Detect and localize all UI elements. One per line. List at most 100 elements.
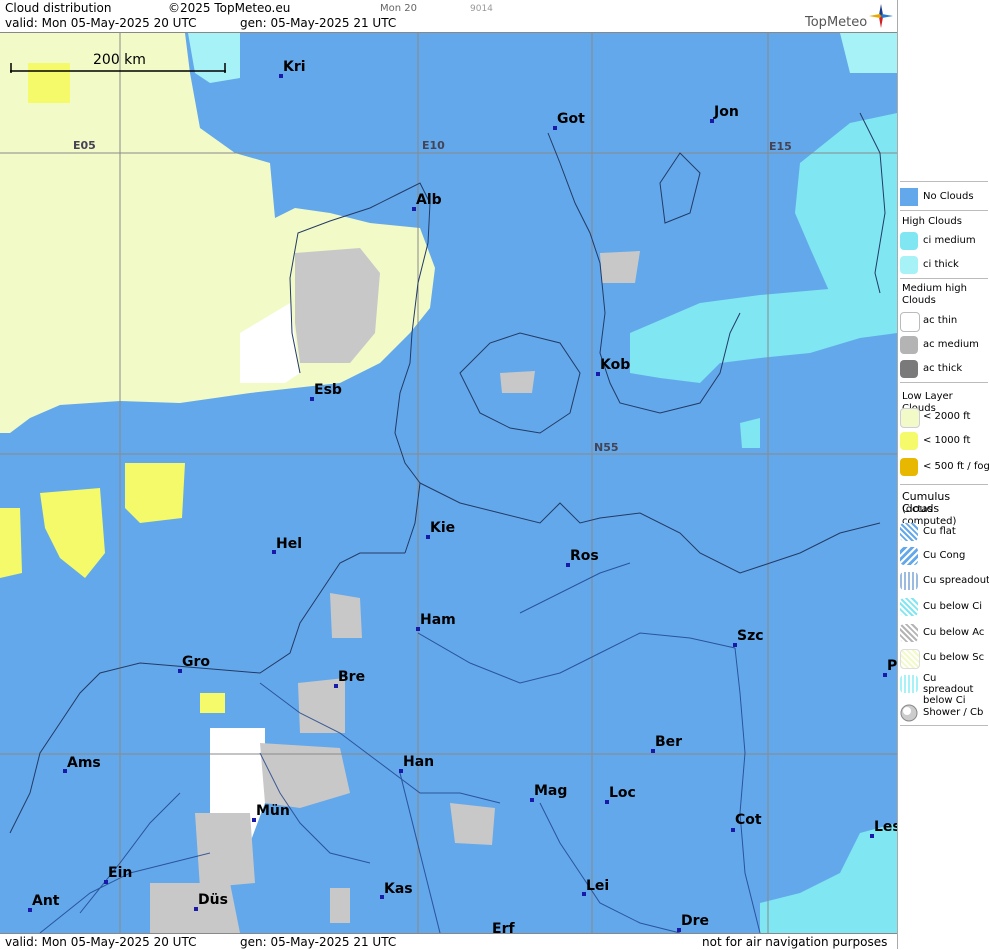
swatch-cu-below-ac bbox=[900, 624, 918, 642]
city-hel[interactable]: Hel bbox=[276, 536, 302, 552]
city-erf[interactable]: Erf bbox=[492, 921, 515, 933]
city-dre[interactable]: Dre bbox=[681, 913, 709, 929]
legend-separator bbox=[900, 382, 988, 383]
city-ham[interactable]: Ham bbox=[420, 612, 456, 628]
cloud-map[interactable]: 200 km E05 E10 E15 N55 Kri Got Jon Alb K… bbox=[0, 33, 897, 933]
legend-ci-thick: ci thick bbox=[898, 254, 989, 276]
grid-label-e15: E15 bbox=[769, 140, 792, 153]
legend-cu-spreadout: Cu spreadout bbox=[898, 570, 989, 592]
footer-gen: gen: 05-May-2025 21 UTC bbox=[240, 935, 397, 949]
legend-panel: No Clouds High Clouds ci medium ci thick… bbox=[897, 0, 989, 949]
legend-ac-thin: ac thin bbox=[898, 310, 989, 332]
swatch-ac-thin bbox=[900, 312, 920, 332]
brand-logo-text: TopMeteo bbox=[805, 15, 868, 30]
swatch-ci-thick bbox=[900, 256, 918, 274]
map-header: Cloud distribution ©2025 TopMeteo.eu Mon… bbox=[0, 0, 897, 33]
legend-separator bbox=[900, 210, 988, 211]
city-bre[interactable]: Bre bbox=[338, 669, 365, 685]
legend-label: ci medium bbox=[923, 235, 976, 246]
city-lei[interactable]: Lei bbox=[586, 878, 609, 894]
legend-cu-cong: Cu Cong bbox=[898, 545, 989, 567]
legend-separator bbox=[900, 278, 988, 279]
scale-label: 200 km bbox=[93, 52, 146, 68]
city-kob[interactable]: Kob bbox=[600, 357, 630, 373]
legend-cu-below-ci: Cu below Ci bbox=[898, 596, 989, 618]
gen-time: gen: 05-May-2025 21 UTC bbox=[240, 16, 397, 30]
legend-no-clouds: No Clouds bbox=[898, 186, 989, 208]
legend-separator bbox=[900, 725, 988, 726]
grid-label-n55: N55 bbox=[594, 441, 619, 454]
legend-separator bbox=[900, 484, 988, 485]
city-dus[interactable]: Düs bbox=[198, 892, 228, 908]
city-jon[interactable]: Jon bbox=[714, 104, 739, 120]
legend-label: No Clouds bbox=[923, 191, 974, 202]
swatch-ac-thick bbox=[900, 360, 918, 378]
swatch-cu-below-sc bbox=[900, 649, 920, 669]
grid-label-e05: E05 bbox=[73, 139, 96, 152]
legend-ac-medium: ac medium bbox=[898, 334, 989, 356]
legend-label: < 500 ft / fog bbox=[923, 461, 989, 472]
copyright: ©2025 TopMeteo.eu bbox=[168, 1, 291, 15]
city-got[interactable]: Got bbox=[557, 111, 585, 127]
legend-label: ac medium bbox=[923, 339, 979, 350]
product-title: Cloud distribution bbox=[5, 1, 112, 15]
city-mun[interactable]: Mün bbox=[256, 803, 290, 819]
swatch-cu-flat bbox=[900, 523, 918, 541]
legend-separator bbox=[900, 181, 988, 182]
city-cot[interactable]: Cot bbox=[735, 812, 762, 828]
city-kri[interactable]: Kri bbox=[283, 59, 306, 75]
legend-label: < 1000 ft bbox=[923, 435, 971, 446]
swatch-low-1000 bbox=[900, 432, 918, 450]
legend-cu-below-ac: Cu below Ac bbox=[898, 622, 989, 644]
legend-heading-medium: Medium high Clouds bbox=[902, 283, 967, 306]
legend-label: Cu below Sc bbox=[923, 652, 985, 663]
footer-disclaimer: not for air navigation purposes bbox=[702, 935, 888, 949]
legend-cu-below-sc: Cu below Sc bbox=[898, 647, 989, 669]
legend-shower-cb: Shower / Cb bbox=[898, 702, 989, 724]
swatch-cu-spread-below-ci bbox=[900, 675, 918, 693]
legend-label: Cu Cong bbox=[923, 550, 966, 561]
city-ams[interactable]: Ams bbox=[67, 755, 101, 771]
city-marker bbox=[731, 828, 735, 832]
city-alb[interactable]: Alb bbox=[416, 192, 442, 208]
city-les[interactable]: Les bbox=[874, 819, 897, 835]
valid-time: valid: Mon 05-May-2025 20 UTC bbox=[5, 16, 197, 30]
swatch-low-500 bbox=[900, 458, 918, 476]
map-footer: valid: Mon 05-May-2025 20 UTC gen: 05-Ma… bbox=[0, 933, 897, 950]
legend-label: ac thick bbox=[923, 363, 963, 374]
city-ros[interactable]: Ros bbox=[570, 548, 599, 564]
city-szc[interactable]: Szc bbox=[737, 628, 764, 644]
city-esb[interactable]: Esb bbox=[314, 382, 342, 398]
city-ant[interactable]: Ant bbox=[32, 893, 60, 909]
legend-label: < 2000 ft bbox=[923, 411, 971, 422]
city-gro[interactable]: Gro bbox=[182, 654, 210, 670]
legend-label: Cu below Ci bbox=[923, 601, 983, 612]
swatch-cu-cong bbox=[900, 547, 918, 565]
swatch-low-2000 bbox=[900, 408, 920, 428]
legend-label: ac thin bbox=[923, 315, 958, 326]
legend-low-2000: < 2000 ft bbox=[898, 406, 989, 428]
run-label: Mon 20 bbox=[380, 3, 417, 14]
map-graphics bbox=[0, 33, 897, 933]
footer-valid: valid: Mon 05-May-2025 20 UTC bbox=[5, 935, 197, 949]
city-loc[interactable]: Loc bbox=[609, 785, 636, 801]
city-kas[interactable]: Kas bbox=[384, 881, 413, 897]
city-kie[interactable]: Kie bbox=[430, 520, 455, 536]
legend-ci-medium: ci medium bbox=[898, 230, 989, 252]
swatch-ac-medium bbox=[900, 336, 918, 354]
legend-label: Shower / Cb bbox=[923, 707, 984, 718]
city-mag[interactable]: Mag bbox=[534, 783, 567, 799]
swatch-cu-spreadout bbox=[900, 572, 918, 590]
legend-cu-flat: Cu flat bbox=[898, 521, 989, 543]
city-han[interactable]: Han bbox=[403, 754, 434, 770]
shower-cb-icon bbox=[900, 704, 918, 722]
legend-heading-high: High Clouds bbox=[902, 216, 962, 227]
swatch-cu-below-ci bbox=[900, 598, 918, 616]
grid-label-e10: E10 bbox=[422, 139, 445, 152]
city-p[interactable]: P bbox=[887, 658, 897, 674]
city-ein[interactable]: Ein bbox=[108, 865, 132, 881]
city-ber[interactable]: Ber bbox=[655, 734, 682, 750]
legend-label: Cu flat bbox=[923, 526, 956, 537]
swatch-ci-medium bbox=[900, 232, 918, 250]
legend-low-1000: < 1000 ft bbox=[898, 430, 989, 452]
